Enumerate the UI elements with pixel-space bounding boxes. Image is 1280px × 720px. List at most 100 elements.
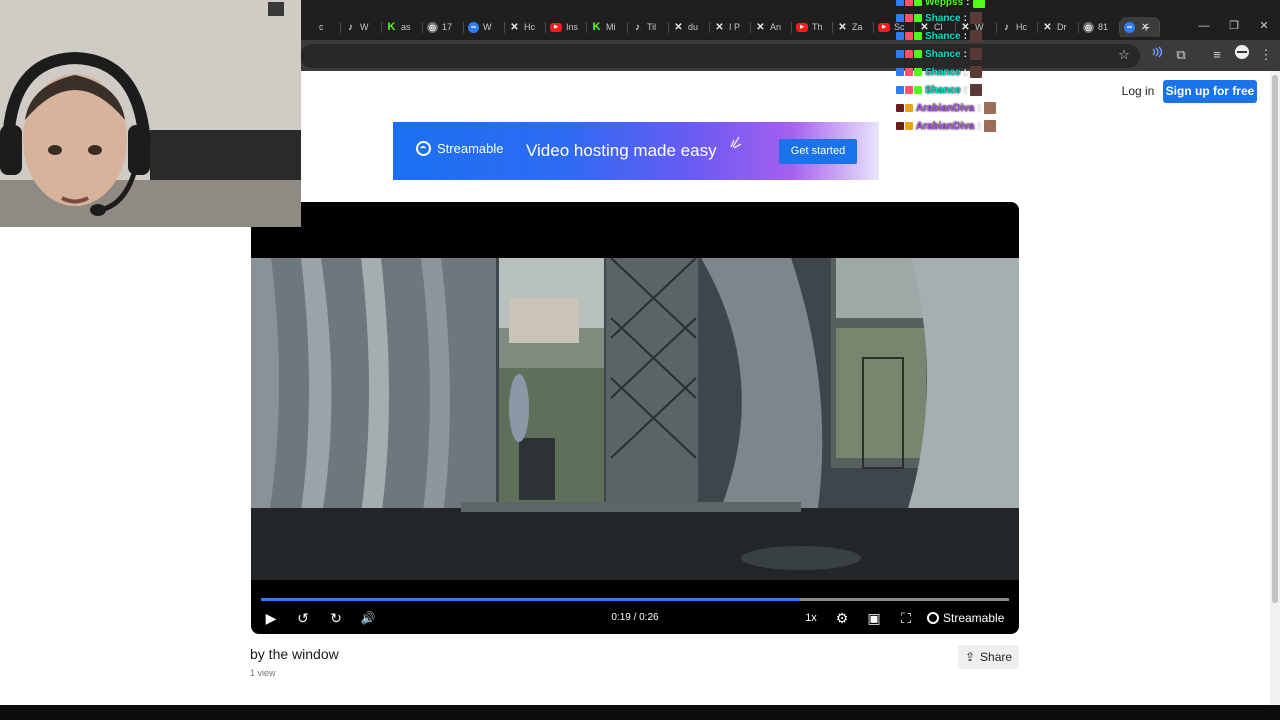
tab-label: 17 [442,22,453,32]
browser-tab[interactable]: ✕ Dr [1038,17,1079,37]
chat-message: ArabianDiva: [896,119,996,133]
media-controls-icon[interactable]: ≡ [1206,44,1228,66]
x-icon: ✕ [838,21,847,33]
chat-separator: : [963,48,967,60]
video-progress-bar[interactable] [261,598,1009,601]
video-frame[interactable] [251,258,1019,580]
chat-emote-icon [969,30,982,42]
bookmark-star-icon[interactable]: ☆ [1113,44,1135,66]
new-tab-button[interactable]: + [1138,18,1154,36]
taskbar-strip [0,705,1280,720]
streamable-logo-icon [416,141,431,156]
tab-label: Mi [606,22,616,32]
chat-badge-icon [905,68,913,76]
browser-tab[interactable]: c [300,17,341,37]
browser-tab[interactable]: ∞ W [464,17,505,37]
banner-brand-name: Streamable [437,141,504,156]
chat-emote-icon [969,48,982,60]
stream-chat-overlay: Weppss: Shance: Shance: Shance: Shance: Shanc… [896,0,1016,134]
video-player[interactable]: ▶ ↺ ↻ 🔊 0:19 / 0:26 1x ⚙ ▣ ⛶ Streamable [251,202,1019,634]
extension-active-icon[interactable] [1146,44,1168,66]
chat-badge-icon [896,104,904,112]
chat-emote-icon [983,120,996,132]
browser-tab[interactable]: ◎ 81 [1079,17,1120,37]
share-label: Share [980,650,1013,664]
youtube-icon: ▶ [796,22,808,32]
chat-message: Shance: [896,11,982,25]
browser-tab[interactable]: Kas [382,17,423,37]
extensions-puzzle-icon[interactable]: ⧉ [1170,44,1192,66]
close-window-button[interactable]: ✕ [1252,16,1276,36]
browser-tab[interactable]: ✕ Hc [505,17,546,37]
promo-banner[interactable]: Streamable Video hosting made easy Get s… [393,122,879,180]
tab-label: Hc [1016,22,1027,32]
playback-speed-button[interactable]: 1x [800,608,822,628]
chat-badge-icon [905,122,913,130]
globe-icon: ◎ [427,21,438,33]
settings-gear-button[interactable]: ⚙ [831,608,853,628]
tab-label: 81 [1098,22,1109,32]
partial-tab [304,22,315,33]
globe-icon: ◎ [1083,21,1094,33]
chat-badge-icon [896,86,904,94]
chat-badge-icon [914,68,922,76]
x-icon: ✕ [1043,21,1052,33]
browser-tab[interactable]: ✕ I P [710,17,751,37]
chat-badge-icon [896,68,904,76]
login-link[interactable]: Log in [1118,80,1158,102]
browser-tab[interactable]: ✕ An [751,17,792,37]
chat-separator: : [963,84,967,96]
chat-separator: : [963,30,967,42]
chat-badge-icon [914,14,922,22]
tab-label: W [483,22,492,32]
browser-tab[interactable]: ♪ Til [628,17,669,37]
page-scrollbar[interactable] [1270,71,1280,705]
browser-tab[interactable]: ✕ du [669,17,710,37]
fullscreen-button[interactable]: ⛶ [895,608,917,628]
chat-badge-icon [896,0,904,6]
minimize-button[interactable]: — [1192,16,1216,36]
chat-badge-icon [905,32,913,40]
chat-emote-icon [969,84,982,96]
chat-badge-icon [896,50,904,58]
chat-username: Shance [925,30,961,42]
tab-label: du [688,22,699,32]
player-brand-name: Streamable [943,611,1005,625]
chat-emote-icon [983,102,996,114]
chat-message: Shance: [896,83,982,97]
share-icon: ⇪ [964,650,976,664]
chat-badge-icon [905,86,913,94]
browser-tab[interactable]: ◎ 17 [423,17,464,37]
picture-in-picture-button[interactable]: ▣ [863,608,885,628]
chat-separator: : [977,120,981,132]
share-button[interactable]: ⇪ Share [958,645,1019,669]
webcam-feed-image [0,0,301,227]
chat-username: ArabianDiva [916,120,975,132]
tab-label: An [770,22,782,32]
signup-button[interactable]: Sign up for free [1163,80,1257,103]
browser-tab[interactable]: ✕ Za [833,17,874,37]
chat-emote-icon [972,0,985,8]
browser-tab[interactable]: ▶ Th [792,17,833,37]
youtube-icon: ▶ [550,22,562,32]
chat-message: Shance: [896,47,982,61]
scrollbar-thumb[interactable] [1272,75,1278,603]
profile-avatar-icon[interactable] [1231,44,1253,66]
chat-separator: : [977,102,981,114]
x-icon: ✕ [674,21,683,33]
video-title: by the window [250,646,339,662]
browser-menu-icon[interactable]: ⋮ [1255,44,1277,66]
tiktok-icon: ♪ [635,21,640,33]
tiktok-icon: ♪ [348,21,353,33]
restore-button[interactable]: ❐ [1222,16,1246,36]
tab-label: Th [812,22,823,32]
player-brand-link[interactable]: Streamable [927,608,1004,628]
chat-separator: : [963,12,967,24]
tab-label: W [360,22,369,32]
streamable-icon: ∞ [468,21,479,33]
get-started-button[interactable]: Get started [779,139,857,164]
browser-tab[interactable]: ♪ W [341,17,382,37]
browser-tab[interactable]: K Mi [587,17,628,37]
browser-tab[interactable]: ▶ Ins [546,17,587,37]
sparkle-icon [730,136,742,149]
